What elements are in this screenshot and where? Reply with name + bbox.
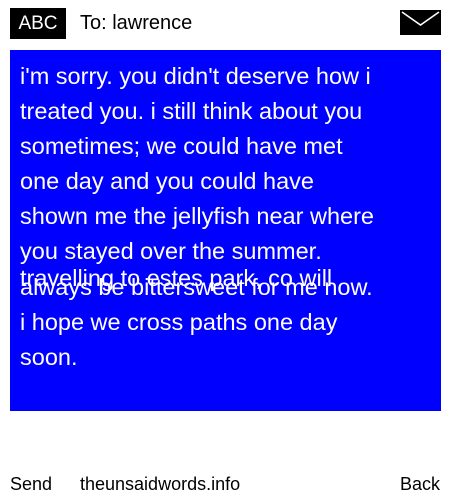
message-line: treated you. i still think about you [20, 98, 363, 124]
message-line: one day and you could have [20, 168, 314, 194]
message-body[interactable]: i'm sorry. you didn't deserve how i trea… [10, 50, 441, 411]
input-mode-badge[interactable]: ABC [10, 8, 66, 39]
message-line: soon. [20, 344, 78, 370]
envelope-icon[interactable] [400, 10, 441, 35]
back-button[interactable]: Back [400, 471, 440, 497]
send-button[interactable]: Send [10, 471, 52, 497]
message-line: i'm sorry. you didn't deserve how i [20, 63, 371, 89]
message-line: always be bittersweet for me now. [20, 274, 373, 300]
message-line: sometimes; we could have met [20, 133, 343, 159]
message-line: you stayed over the summer. [20, 238, 322, 264]
message-line: i hope we cross paths one day [20, 309, 338, 335]
recipient-field[interactable]: To: lawrence [80, 10, 192, 36]
message-line: shown me the jellyfish near where [20, 203, 374, 229]
site-name: theunsaidwords.info [80, 474, 241, 494]
